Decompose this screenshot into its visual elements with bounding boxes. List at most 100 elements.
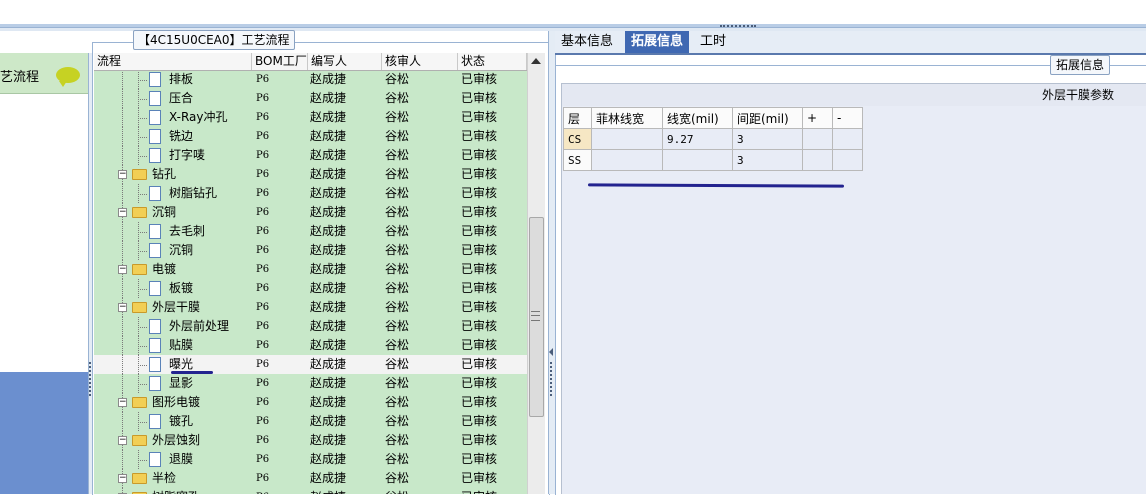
bom-factory: P6 xyxy=(256,131,270,142)
cell-layer[interactable]: SS xyxy=(563,149,592,171)
extension-group-title: 拓展信息 xyxy=(1050,55,1111,75)
document-icon xyxy=(149,224,161,239)
tree-row[interactable]: 排板 P6 赵成捷 谷松 已审核 xyxy=(94,70,527,89)
writer-name: 赵成捷 xyxy=(310,224,347,238)
main-splitter-grip[interactable] xyxy=(550,362,554,396)
document-icon xyxy=(149,186,161,201)
cell-minus[interactable] xyxy=(832,128,863,150)
cell-plus[interactable] xyxy=(802,128,833,150)
cell-film-line-width[interactable] xyxy=(591,128,663,150)
tree-folder-row[interactable]: − 外层蚀刻 P6 赵成捷 谷松 已审核 xyxy=(94,431,527,450)
cell-minus[interactable] xyxy=(832,149,863,171)
bom-factory: P6 xyxy=(256,112,270,123)
cell-film-line-width[interactable] xyxy=(591,149,663,171)
cell-plus[interactable] xyxy=(802,149,833,171)
col-process-header[interactable]: 流程 xyxy=(94,53,252,70)
tree-row[interactable]: 沉铜 P6 赵成捷 谷松 已审核 xyxy=(94,241,527,260)
params-row[interactable]: SS 3 xyxy=(563,149,863,171)
tree-row[interactable]: 曝光 P6 赵成捷 谷松 已审核 xyxy=(94,355,527,374)
remove-column-button[interactable]: - xyxy=(832,107,863,129)
step-name: 贴膜 xyxy=(169,338,194,352)
collapse-toggle-icon[interactable]: − xyxy=(118,303,127,312)
step-name: 打字唛 xyxy=(169,148,206,162)
reviewer-name: 谷松 xyxy=(385,72,410,86)
status-text: 已审核 xyxy=(461,395,498,409)
step-name: 半检 xyxy=(152,471,177,485)
tree-folder-row[interactable]: − 半检 P6 赵成捷 谷松 已审核 xyxy=(94,469,527,488)
cell-spacing[interactable]: 3 xyxy=(732,128,803,150)
left-nav-empty-area xyxy=(0,372,88,494)
tree-row[interactable]: 贴膜 P6 赵成捷 谷松 已审核 xyxy=(94,336,527,355)
col-bom-factory-header[interactable]: BOM工厂 xyxy=(252,53,308,70)
reviewer-name: 谷松 xyxy=(385,148,410,162)
col-status-header[interactable]: 状态 xyxy=(458,53,527,70)
collapse-left-arrow-icon[interactable] xyxy=(549,348,553,356)
tree-row[interactable]: 压合 P6 赵成捷 谷松 已审核 xyxy=(94,89,527,108)
collapse-toggle-icon[interactable]: − xyxy=(118,208,127,217)
tree-guide-line xyxy=(138,289,147,290)
dry-film-params-table: 层 菲林线宽 线宽(mil) 间距(mil) + - CS 9.27 3 SS … xyxy=(563,107,863,171)
step-name: 外层蚀刻 xyxy=(152,433,201,447)
collapse-toggle-icon[interactable]: − xyxy=(118,436,127,445)
step-name: 铣边 xyxy=(169,129,194,143)
reviewer-name: 谷松 xyxy=(385,338,410,352)
tree-guide-line xyxy=(122,279,123,298)
collapse-toggle-icon[interactable]: − xyxy=(118,170,127,179)
cell-line-width[interactable]: 9.27 xyxy=(662,128,733,150)
tree-folder-row[interactable]: − 外层干膜 P6 赵成捷 谷松 已审核 xyxy=(94,298,527,317)
tree-guide-line xyxy=(138,156,147,157)
collapse-toggle-icon[interactable]: − xyxy=(118,398,127,407)
tree-row[interactable]: 外层前处理 P6 赵成捷 谷松 已审核 xyxy=(94,317,527,336)
tree-folder-row[interactable]: − 图形电镀 P6 赵成捷 谷松 已审核 xyxy=(94,393,527,412)
tree-guide-line xyxy=(122,241,123,260)
writer-name: 赵成捷 xyxy=(310,433,347,447)
status-text: 已审核 xyxy=(461,205,498,219)
tree-guide-line xyxy=(122,108,123,127)
writer-name: 赵成捷 xyxy=(310,262,347,276)
tree-row[interactable]: 显影 P6 赵成捷 谷松 已审核 xyxy=(94,374,527,393)
bom-factory: P6 xyxy=(256,74,270,85)
reviewer-name: 谷松 xyxy=(385,471,410,485)
process-tree-grid[interactable]: 排板 P6 赵成捷 谷松 已审核 压合 P6 赵成捷 谷松 已审核 X-Ray冲孔 P6 赵成捷 谷松 已审… xyxy=(94,53,527,494)
writer-name: 赵成捷 xyxy=(310,395,347,409)
tree-row[interactable]: X-Ray冲孔 P6 赵成捷 谷松 已审核 xyxy=(94,108,527,127)
document-icon xyxy=(149,129,161,144)
tree-row[interactable]: 铣边 P6 赵成捷 谷松 已审核 xyxy=(94,127,527,146)
tree-row[interactable]: 打字唛 P6 赵成捷 谷松 已审核 xyxy=(94,146,527,165)
writer-name: 赵成捷 xyxy=(310,167,347,181)
collapse-toggle-icon[interactable]: − xyxy=(118,474,127,483)
window-top-area xyxy=(0,0,1146,24)
tree-folder-row[interactable]: − 电镀 P6 赵成捷 谷松 已审核 xyxy=(94,260,527,279)
col-reviewer-header[interactable]: 核审人 xyxy=(382,53,458,70)
collapse-toggle-icon[interactable]: − xyxy=(118,265,127,274)
tree-row[interactable]: 镀孔 P6 赵成捷 谷松 已审核 xyxy=(94,412,527,431)
reviewer-name: 谷松 xyxy=(385,167,410,181)
tab-work-hours[interactable]: 工时 xyxy=(694,31,732,53)
status-text: 已审核 xyxy=(461,452,498,466)
tab-basic-info[interactable]: 基本信息 xyxy=(555,31,619,53)
document-icon xyxy=(149,72,161,87)
scroll-up-arrow-icon[interactable] xyxy=(527,53,544,70)
reviewer-name: 谷松 xyxy=(385,262,410,276)
tab-extension-info[interactable]: 拓展信息 xyxy=(625,31,690,53)
tree-folder-row[interactable]: − 沉铜 P6 赵成捷 谷松 已审核 xyxy=(94,203,527,222)
tree-folder-row[interactable]: − 钻孔 P6 赵成捷 谷松 已审核 xyxy=(94,165,527,184)
add-column-button[interactable]: + xyxy=(802,107,833,129)
tree-row[interactable]: 退膜 P6 赵成捷 谷松 已审核 xyxy=(94,450,527,469)
top-collapse-grip[interactable] xyxy=(720,25,756,30)
step-name: 外层前处理 xyxy=(169,319,230,333)
col-writer-header[interactable]: 编写人 xyxy=(308,53,382,70)
tree-folder-row[interactable]: −树脂塞孔P6赵成捷谷松已审核 xyxy=(94,488,527,494)
cell-layer[interactable]: CS xyxy=(563,128,592,150)
tree-guide-line xyxy=(138,251,147,252)
tree-guide-line xyxy=(138,327,147,328)
status-text: 已审核 xyxy=(461,148,498,162)
comment-icon[interactable] xyxy=(56,67,80,87)
cell-line-width[interactable] xyxy=(662,149,733,171)
params-row[interactable]: CS 9.27 3 xyxy=(563,128,863,150)
tree-row[interactable]: 树脂钻孔 P6 赵成捷 谷松 已审核 xyxy=(94,184,527,203)
tree-row[interactable]: 板镀 P6 赵成捷 谷松 已审核 xyxy=(94,279,527,298)
cell-spacing[interactable]: 3 xyxy=(732,149,803,171)
tree-row[interactable]: 去毛刺 P6 赵成捷 谷松 已审核 xyxy=(94,222,527,241)
col-film-line-width: 菲林线宽 xyxy=(591,107,663,129)
